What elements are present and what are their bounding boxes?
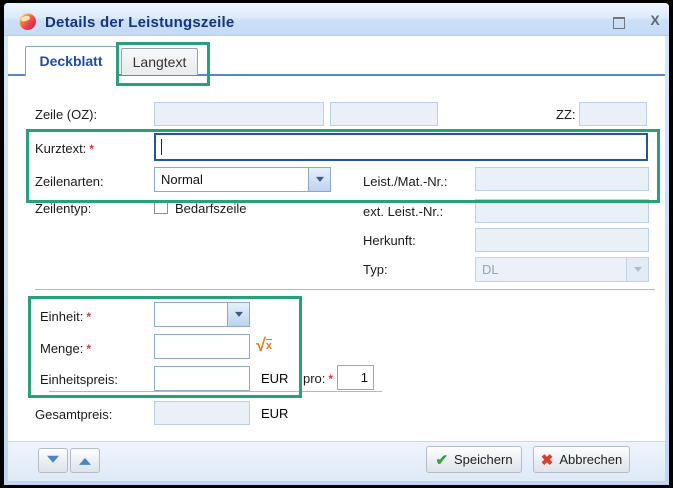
app-icon [19,13,36,30]
kurztext-label: Kurztext:* [35,141,94,156]
close-button[interactable]: X [644,11,666,30]
text-caret [161,139,162,155]
eur-label: EUR [261,371,288,386]
einheit-dropdown[interactable] [154,302,250,327]
herkunft-field[interactable] [475,228,649,252]
herkunft-label: Herkunft: [363,233,416,248]
cancel-button-label: Abbrechen [559,452,622,467]
zeilenarten-dropdown[interactable]: Normal [154,167,331,192]
einheit-label: Einheit:* [40,309,91,324]
move-up-button[interactable] [70,448,100,473]
ext-leist-nr-field[interactable] [475,199,649,223]
maximize-button[interactable] [608,14,630,31]
sqrt-formula-icon[interactable]: √x [256,334,272,357]
menge-input[interactable] [154,334,250,359]
kurztext-input[interactable] [154,133,648,161]
typ-dropdown-arrow-icon [626,258,648,281]
tab-deckblatt[interactable]: Deckblatt [25,46,117,76]
bedarfszeile-label: Bedarfszeile [175,201,247,216]
ext-leist-nr-label: ext. Leist.-Nr.: [363,204,443,219]
zz-field[interactable] [579,102,647,126]
bedarfszeile-checkbox[interactable] [154,200,168,214]
einheitspreis-input[interactable] [154,366,250,391]
typ-label: Typ: [363,262,388,277]
section-divider-bottom [49,391,382,392]
menge-label: Menge:* [40,341,91,356]
zeile-oz-field-2[interactable] [330,102,438,126]
leist-mat-nr-field[interactable] [475,167,649,191]
window-title: Details der Leistungszeile [45,14,234,31]
zeile-oz-label: Zeile (OZ): [35,107,97,122]
einheitspreis-label: Einheitspreis: [40,372,118,387]
einheit-required-marker: * [86,310,91,324]
zeilenarten-dropdown-arrow-icon[interactable] [308,168,330,191]
checkmark-icon: ✔ [435,451,448,469]
typ-dropdown: DL [475,257,649,282]
screenshot-root: Details der Leistungszeile X Deckblatt L… [0,0,673,488]
kurztext-required-marker: * [89,142,94,156]
cross-icon: ✖ [541,451,554,469]
zeilenarten-selected-value: Normal [161,168,203,191]
gesamtpreis-label: Gesamtpreis: [35,407,112,422]
leist-mat-nr-label: Leist./Mat.-Nr.: [363,174,448,189]
pro-input[interactable] [337,365,374,390]
tab-langtext[interactable]: Langtext [121,48,198,75]
typ-selected-value: DL [482,258,499,281]
pro-label: pro:* [303,371,333,386]
zeilenarten-label: Zeilenarten: [35,174,104,189]
einheit-dropdown-arrow-icon[interactable] [227,303,249,326]
zeilentyp-label: Zeilentyp: [35,201,91,216]
save-button-label: Speichern [454,452,513,467]
zz-label: ZZ: [556,107,576,122]
pro-required-marker: * [328,372,333,386]
save-button[interactable]: ✔ Speichern [426,446,522,473]
cancel-button[interactable]: ✖ Abbrechen [533,446,630,473]
move-down-button[interactable] [38,448,68,473]
zeile-oz-field-1[interactable] [154,102,324,126]
maximize-icon [613,17,625,29]
section-divider-top [35,289,655,290]
gesamtpreis-eur-label: EUR [261,406,288,421]
gesamtpreis-field[interactable] [154,401,250,425]
title-bar[interactable]: Details der Leistungszeile X [4,3,669,36]
menge-required-marker: * [86,342,91,356]
